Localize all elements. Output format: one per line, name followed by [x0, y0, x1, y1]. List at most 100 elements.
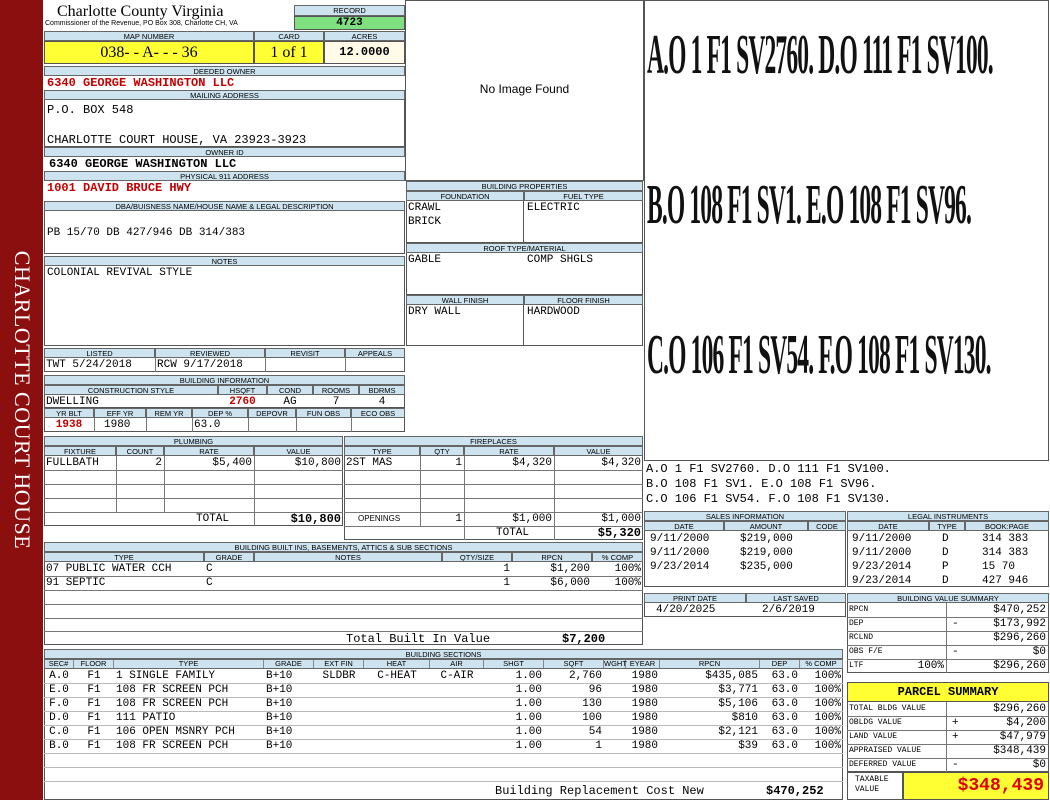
roof-box	[406, 253, 643, 295]
roof-1: GABLE	[408, 254, 442, 266]
section-cell: 1.00	[515, 670, 542, 682]
replacement-label: Building Replacement Cost New	[495, 784, 704, 798]
value-summary-label: BUILDING VALUE SUMMARY	[847, 593, 1049, 603]
mailing-line2: CHARLOTTE COURT HOUSE, VA 23923-3923	[47, 133, 307, 147]
vs-value-1: $470,252	[993, 604, 1046, 616]
plumbing-count-header: COUNT	[116, 446, 164, 456]
revisit-label: REVISIT	[265, 348, 345, 358]
acres-value: 12.0000	[324, 41, 405, 64]
notes-value: COLONIAL REVIVAL STYLE	[47, 267, 193, 279]
sales-date-3: 9/23/2014	[650, 561, 710, 573]
no-image-text: No Image Found	[479, 82, 570, 96]
section-cell: F1	[87, 684, 101, 696]
sections-header-comp: % COMP	[800, 660, 843, 668]
commissioner-address: Commissioner of the Revenue, PO Box 308,…	[45, 20, 238, 27]
legal-book-3: 15 70	[982, 561, 1016, 573]
parcel-value-4: $348,439	[993, 745, 1046, 757]
section-cell: E.0	[49, 684, 69, 696]
effyr-value: 1980	[104, 419, 131, 431]
listed-value: TWT 5/24/2018	[46, 359, 132, 371]
section-cell: F1	[87, 670, 101, 682]
physical-address-label: PHYSICAL 911 ADDRESS	[44, 171, 405, 181]
sections-header-floor: FLOOR	[74, 660, 114, 668]
sketch-legend-3: C.O 106 F1 SV54. F.O 108 F1 SV130.	[646, 492, 891, 506]
plumbing-rate-header: RATE	[164, 446, 254, 456]
builtins-label: BUILDING BUILT INS, BASEMENTS, ATTICS & …	[44, 542, 643, 552]
sales-date-header: DATE	[644, 521, 724, 531]
card-value: 1 of 1	[254, 41, 324, 64]
section-cell: 1980	[631, 698, 658, 710]
cond-value: AG	[283, 396, 297, 408]
sales-amount-header: AMOUNT	[724, 521, 808, 531]
section-cell: 130	[582, 698, 602, 710]
section-cell: B+10	[266, 726, 293, 738]
section-cell: F1	[87, 698, 101, 710]
parcel-key-1: TOTAL BLDG VALUE	[849, 704, 926, 713]
section-cell: 1980	[631, 684, 658, 696]
fireplace-total: $5,320	[597, 526, 641, 540]
last-saved-label: LAST SAVED	[746, 593, 846, 603]
builtin-type-2: 91 SEPTIC	[46, 577, 106, 589]
sections-header-type: TYPE	[114, 660, 264, 668]
parcel-value-1: $296,260	[993, 703, 1046, 715]
builtin-comp-2: 100%	[614, 577, 641, 589]
sections-header-eyear: EYEAR	[626, 660, 660, 668]
legal-type-4: D	[942, 575, 949, 587]
vs-key-1: RPCN	[849, 605, 869, 614]
sketch-row-3: C.O 106 F1 SV54. F.O 108 F1 SV130.	[647, 324, 991, 386]
builtins-notes-header: NOTES	[254, 552, 442, 562]
sections-header-air: AIR	[430, 660, 484, 668]
sales-label: SALES INFORMATION	[644, 511, 846, 521]
section-cell: A.0	[49, 670, 69, 682]
parcel-value-3: $47,979	[999, 731, 1046, 743]
plumbing-rate: $5,400	[212, 457, 252, 469]
section-cell: C.0	[49, 726, 69, 738]
vs-pct-5: 100%	[917, 660, 944, 672]
fireplaces-label: FIREPLACES	[344, 436, 643, 446]
section-cell: F1	[87, 726, 101, 738]
remyr-label: REM YR	[146, 408, 192, 418]
map-number: 038- - A- - - 36	[44, 41, 254, 64]
dba-value: PB 15/70 DB 427/946 DB 314/383	[47, 227, 246, 239]
fireplace-rate: $4,320	[512, 457, 552, 469]
vs-value-4: $0	[1032, 646, 1046, 658]
legal-book-4: 427 946	[982, 575, 1029, 587]
section-cell: $5,106	[718, 698, 758, 710]
section-cell: SLDBR	[322, 670, 356, 682]
section-cell: 2,760	[568, 670, 602, 682]
bdrms-label: BDRMS	[359, 385, 405, 395]
builtin-comp-1: 100%	[614, 563, 641, 575]
acres-label: ACRES	[324, 31, 405, 41]
legal-book-1: 314 383	[982, 533, 1029, 545]
foundation-2: BRICK	[408, 216, 442, 228]
section-cell: 63.0	[771, 698, 798, 710]
legal-type-3: P	[942, 561, 949, 573]
section-cell: D.0	[49, 712, 69, 724]
builtins-comp-header: % COMP	[592, 552, 643, 562]
sketch-row-1: A.O 1 F1 SV2760. D.O 111 F1 SV100.	[647, 24, 994, 86]
rooms-value: 7	[332, 396, 340, 408]
section-cell: 100	[582, 712, 602, 724]
legal-date-header: DATE	[847, 521, 929, 531]
wall-finish-label: WALL FINISH	[406, 295, 524, 305]
plumbing-count: 2	[155, 457, 162, 469]
section-cell: 1980	[631, 740, 658, 752]
section-cell: $2,121	[718, 726, 758, 738]
listed-label: LISTED	[44, 348, 155, 358]
fireplace-type: 2ST MAS	[346, 457, 393, 469]
section-cell: 108 FR SCREEN PCH	[116, 698, 229, 710]
sections-header-heat: HEAT	[364, 660, 430, 668]
parcel-summary-title: PARCEL SUMMARY	[847, 682, 1049, 702]
section-cell: 100%	[814, 670, 841, 682]
notes-label: NOTES	[44, 256, 405, 266]
foundation-label: FOUNDATION	[406, 191, 524, 201]
cond-label: COND	[267, 385, 313, 395]
construction-style-label: CONSTRUCTION STYLE	[44, 385, 218, 395]
yrblt-value: 1938	[55, 419, 83, 431]
section-cell: 108 FR SCREEN PCH	[116, 740, 229, 752]
builtin-grade-2: C	[206, 577, 213, 589]
openings-value: $1,000	[601, 513, 641, 525]
dep-value: 63.0	[194, 419, 221, 431]
legal-book-2: 314 383	[982, 547, 1029, 559]
sections-header-ext-fin: EXT FIN	[314, 660, 364, 668]
